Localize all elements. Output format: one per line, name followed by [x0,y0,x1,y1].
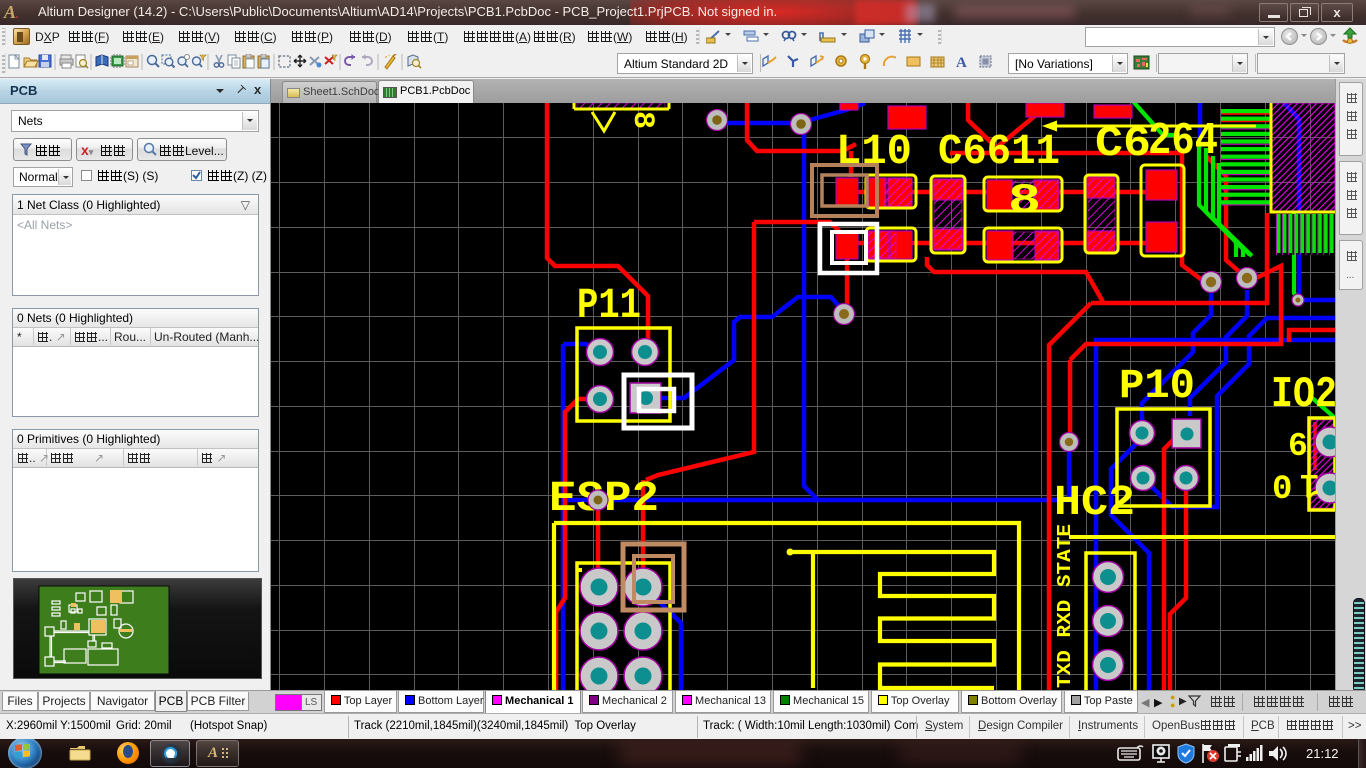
svg-text:A: A [956,55,967,71]
svg-text:6: 6 [1288,428,1308,465]
svg-text:TXD RXD STATE: TXD RXD STATE [1054,524,1076,688]
svg-text:264: 264 [1148,116,1218,167]
svg-text:P11: P11 [577,281,641,330]
svg-text:IO2: IO2 [1271,370,1335,420]
svg-text:0: 0 [1272,471,1292,509]
svg-text:8: 8 [625,111,659,129]
svg-text:C6: C6 [1095,119,1151,168]
svg-text:C6611: C6611 [938,127,1060,176]
svg-text:P10: P10 [1119,362,1195,410]
svg-text:HC2: HC2 [1054,478,1135,527]
svg-text:1: 1 [1300,464,1320,502]
svg-text:L10: L10 [836,127,912,176]
svg-text:8: 8 [1008,177,1041,225]
